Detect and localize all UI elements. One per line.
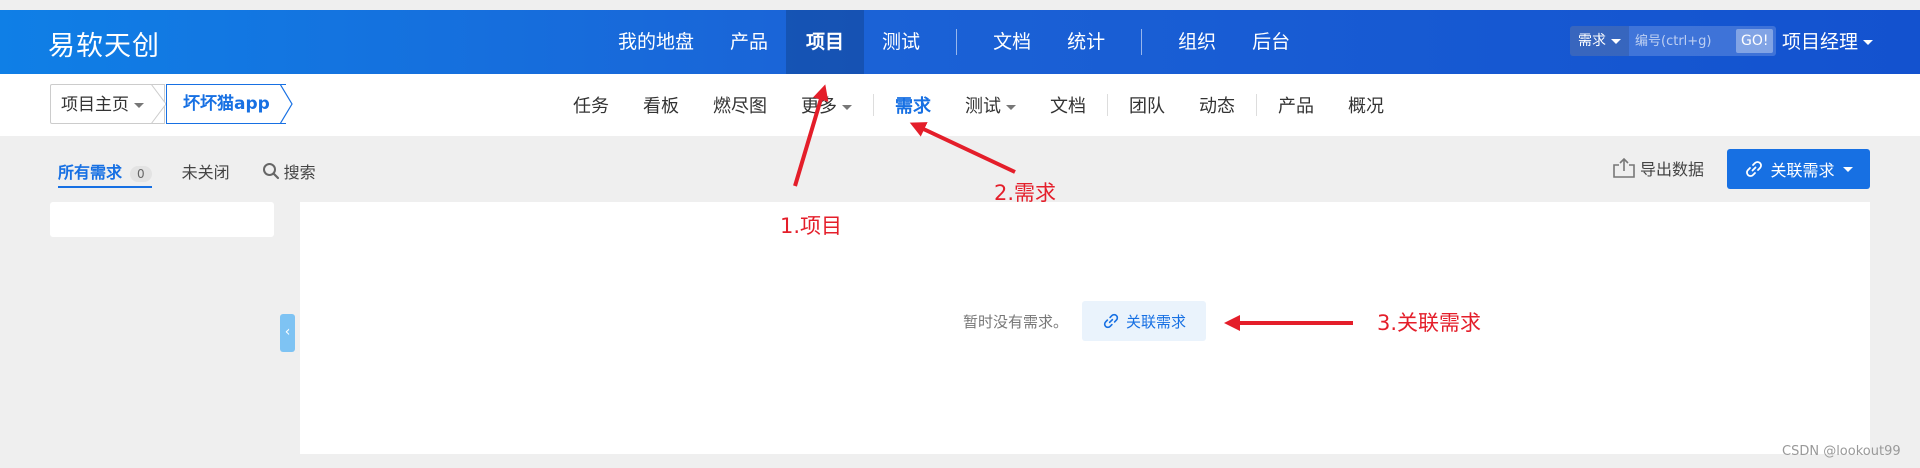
- subnav-more[interactable]: 更多: [784, 92, 869, 118]
- subnav-more-label: 更多: [801, 96, 837, 117]
- search-type-label: 需求: [1578, 33, 1606, 49]
- chevron-down-icon: [1611, 38, 1621, 44]
- watermark: CSDN @lookout99: [1782, 444, 1901, 459]
- nav-test[interactable]: 测试: [864, 10, 938, 74]
- link-icon: [1103, 313, 1119, 329]
- tab-unclosed[interactable]: 未关闭: [182, 159, 230, 183]
- module-sidebar: [50, 202, 274, 237]
- sidebar-toggle[interactable]: ‹: [280, 314, 295, 352]
- export-icon: [1613, 157, 1635, 178]
- search-label: 搜索: [283, 163, 316, 182]
- chevron-down-icon: [1863, 40, 1874, 45]
- nav-admin[interactable]: 后台: [1234, 10, 1308, 74]
- link-story-label: 关联需求: [1770, 161, 1835, 180]
- annotation-step-1: 1.项目: [780, 214, 843, 238]
- main-nav: 我的地盘 产品 项目 测试 文档 统计 组织 后台: [600, 10, 1308, 74]
- tab-all-stories[interactable]: 所有需求 0: [58, 159, 152, 188]
- subnav-kanban[interactable]: 看板: [626, 92, 696, 118]
- nav-product[interactable]: 产品: [712, 10, 786, 74]
- empty-link-story-label: 关联需求: [1125, 312, 1186, 331]
- chevron-down-icon: [1006, 104, 1016, 110]
- link-icon: [1746, 161, 1763, 177]
- nav-doc[interactable]: 文档: [975, 10, 1049, 74]
- subnav-divider: [1107, 94, 1108, 116]
- annotation-step-3: 3.关联需求: [1377, 311, 1482, 335]
- story-filter-tabs: 所有需求 0 未关闭 搜索: [58, 156, 316, 188]
- tab-all-label: 所有需求: [58, 162, 123, 182]
- subnav-story[interactable]: 需求: [878, 92, 948, 118]
- subnav-divider: [1256, 94, 1257, 116]
- subnav-dynamic[interactable]: 动态: [1182, 92, 1252, 118]
- story-count-badge: 0: [130, 165, 152, 182]
- breadcrumb-project-home[interactable]: 项目主页: [50, 84, 165, 124]
- nav-org[interactable]: 组织: [1160, 10, 1234, 74]
- subnav-task[interactable]: 任务: [556, 92, 626, 118]
- breadcrumb-project[interactable]: 坏坏猫app: [166, 84, 286, 124]
- subnav-product[interactable]: 产品: [1261, 92, 1331, 118]
- subnav-divider: [873, 94, 874, 116]
- subnav-burndown[interactable]: 燃尽图: [696, 92, 784, 118]
- user-role-label: 项目经理: [1782, 31, 1859, 53]
- chevron-down-icon: [1842, 166, 1853, 172]
- nav-project[interactable]: 项目: [786, 10, 865, 74]
- breadcrumb-project-label: 坏坏猫app: [183, 94, 270, 114]
- search-icon: [262, 163, 279, 180]
- nav-my[interactable]: 我的地盘: [600, 10, 712, 74]
- app-logo[interactable]: 易软天创: [48, 24, 160, 63]
- empty-state-text: 暂时没有需求。: [963, 313, 1069, 331]
- subnav-doc[interactable]: 文档: [1033, 92, 1103, 118]
- global-search: 需求 GO!: [1570, 26, 1777, 56]
- search-go-button[interactable]: GO!: [1736, 29, 1774, 53]
- breadcrumb-arrow-icon: [280, 84, 293, 124]
- breadcrumb-home-label: 项目主页: [61, 95, 129, 115]
- sub-nav-bar: 项目主页 坏坏猫app 任务 看板 燃尽图 更多 需求 测试 文档 团队 动态 …: [0, 74, 1920, 136]
- subnav-test[interactable]: 测试: [948, 92, 1033, 118]
- annotation-step-2: 2.需求: [994, 181, 1057, 205]
- export-button[interactable]: 导出数据: [1612, 156, 1704, 180]
- user-menu[interactable]: 项目经理: [1782, 10, 1874, 74]
- search-toggle[interactable]: 搜索: [262, 159, 316, 183]
- nav-divider: [1141, 29, 1143, 55]
- subnav-test-label: 测试: [965, 96, 1001, 117]
- nav-divider: [956, 29, 958, 55]
- search-type-select[interactable]: 需求: [1570, 26, 1629, 56]
- empty-link-story-button[interactable]: 关联需求: [1082, 301, 1206, 341]
- chevron-down-icon: [134, 102, 144, 108]
- nav-stats[interactable]: 统计: [1049, 10, 1123, 74]
- subnav-team[interactable]: 团队: [1112, 92, 1182, 118]
- link-story-button[interactable]: 关联需求: [1727, 149, 1870, 189]
- subnav-overview[interactable]: 概况: [1331, 92, 1401, 118]
- chevron-left-icon: ‹: [284, 324, 291, 340]
- export-label: 导出数据: [1640, 160, 1705, 179]
- search-input[interactable]: [1629, 26, 1733, 56]
- top-header: 易软天创 我的地盘 产品 项目 测试 文档 统计 组织 后台 需求 GO! 项目…: [0, 10, 1920, 74]
- chevron-down-icon: [842, 104, 852, 110]
- project-sub-nav: 任务 看板 燃尽图 更多 需求 测试 文档 团队 动态 产品 概况: [556, 74, 1401, 136]
